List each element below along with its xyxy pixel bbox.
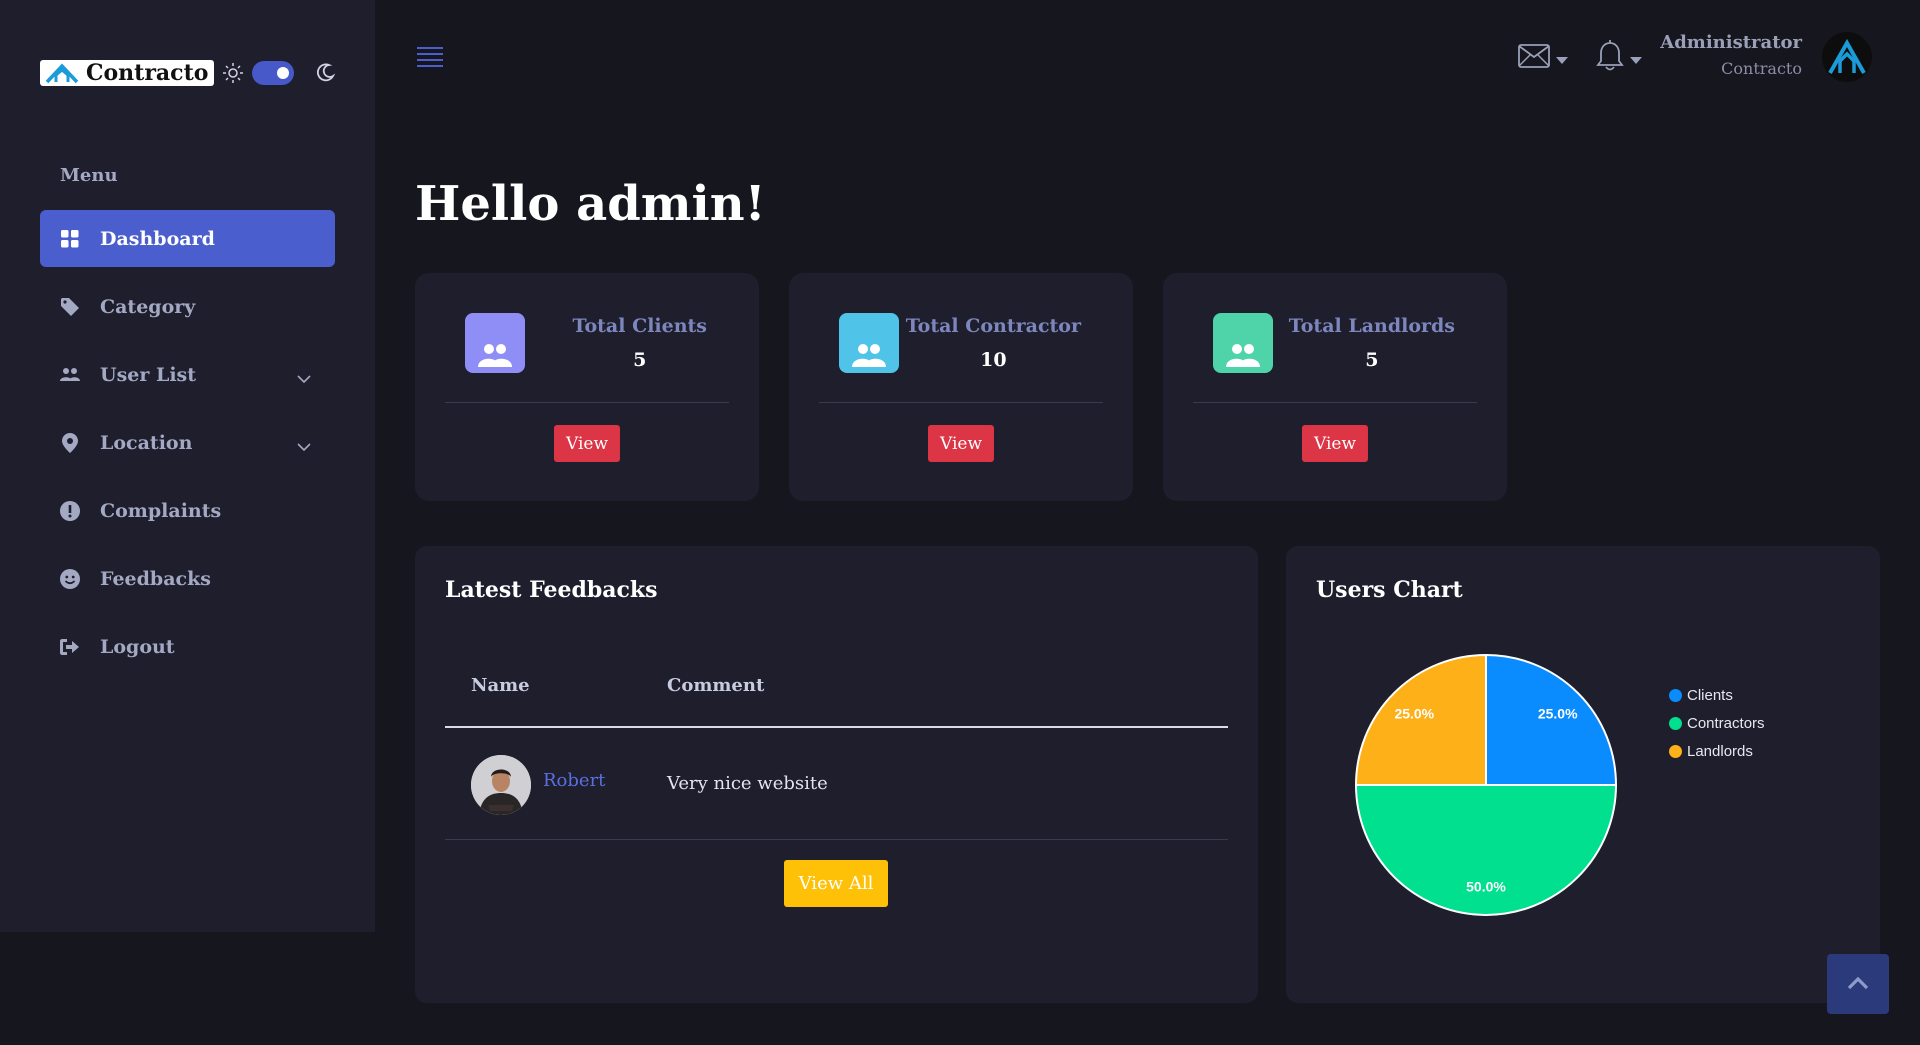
theme-toggle[interactable] (252, 61, 295, 85)
sidebar-item-category[interactable]: Category (40, 278, 335, 335)
chevron-down-icon[interactable] (297, 366, 311, 388)
legend-label: Contractors (1687, 714, 1765, 732)
stat-text: Total Contractor 10 (906, 315, 1081, 371)
view-clients-button[interactable]: View (553, 425, 621, 462)
legend-item-contractors[interactable]: Contractors (1669, 709, 1765, 737)
column-header-name: Name (471, 675, 530, 696)
sidebar-item-label: User List (100, 363, 197, 386)
house-logo-icon (45, 63, 79, 84)
view-contractors-button[interactable]: View (927, 425, 995, 462)
users-icon (465, 313, 525, 373)
brand: Contracto (40, 60, 336, 86)
divider (819, 402, 1103, 403)
users-icon (60, 365, 80, 385)
user-role: Contracto (1721, 59, 1802, 78)
legend-label: Landlords (1687, 742, 1753, 760)
legend-item-landlords[interactable]: Landlords (1669, 737, 1765, 765)
chart-legend: Clients Contractors Landlords (1669, 681, 1765, 765)
stat-card-landlords: Total Landlords 5 View (1163, 273, 1507, 501)
chevron-down-icon[interactable] (297, 434, 311, 456)
exclamation-icon (60, 500, 80, 521)
house-logo-icon (1828, 39, 1866, 74)
stat-card-clients: Total Clients 5 View (415, 273, 759, 501)
pie-data-label: 25.0% (1538, 705, 1578, 721)
page-title: Hello admin! (415, 176, 766, 232)
grid-icon (60, 229, 80, 249)
sidebar-item-complaints[interactable]: Complaints (40, 482, 335, 539)
notifications-dropdown[interactable] (1596, 40, 1642, 76)
divider (1193, 402, 1477, 403)
sidebar-nav: Dashboard Category User List Location Co… (40, 210, 335, 686)
caret-down-icon (1556, 49, 1568, 68)
legend-marker (1669, 716, 1682, 730)
logout-icon (60, 637, 80, 657)
feedback-comment: Very nice website (667, 773, 828, 794)
table-row-divider (445, 839, 1228, 840)
tag-icon (60, 297, 80, 317)
legend-marker (1669, 744, 1682, 758)
toggle-knob (277, 67, 290, 79)
caret-down-icon (1630, 49, 1642, 68)
user-name: Administrator (1660, 32, 1802, 53)
logo[interactable]: Contracto (40, 60, 215, 86)
sidebar: Contracto Menu Dashboard Category User L… (0, 0, 375, 932)
sidebar-item-label: Complaints (100, 499, 222, 522)
legend-label: Clients (1687, 686, 1733, 704)
users-pie-chart: 25.0% 50.0% 25.0% (1354, 653, 1618, 916)
legend-marker (1669, 688, 1682, 702)
stat-value: 5 (1365, 349, 1379, 371)
stat-card-contractors: Total Contractor 10 View (789, 273, 1133, 501)
stat-text: Total Landlords 5 (1289, 315, 1455, 371)
map-pin-icon (60, 432, 80, 453)
user-info[interactable]: Administrator Contracto (1660, 32, 1802, 78)
sidebar-item-label: Dashboard (100, 227, 215, 250)
pie-data-label: 25.0% (1394, 705, 1434, 721)
hamburger-menu-icon[interactable] (417, 46, 443, 72)
pie-data-label: 50.0% (1466, 878, 1506, 894)
scroll-to-top-button[interactable] (1827, 954, 1889, 1014)
sidebar-item-feedbacks[interactable]: Feedbacks (40, 550, 335, 607)
messages-dropdown[interactable] (1518, 44, 1568, 72)
sidebar-item-dashboard[interactable]: Dashboard (40, 210, 335, 267)
smile-icon (60, 568, 80, 589)
users-icon (839, 313, 899, 373)
users-chart-panel: Users Chart 25.0% 50.0% 25.0% Clients Contr… (1286, 546, 1880, 1003)
sidebar-item-location[interactable]: Location (40, 414, 335, 471)
sidebar-item-label: Location (100, 431, 193, 454)
sidebar-item-logout[interactable]: Logout (40, 618, 335, 675)
stat-label: Total Clients (572, 315, 707, 337)
stat-value: 5 (633, 349, 647, 371)
bell-icon (1596, 40, 1624, 76)
view-landlords-button[interactable]: View (1301, 425, 1369, 462)
latest-feedbacks-panel: Latest Feedbacks Name Comment Robert Ver… (415, 546, 1258, 1003)
divider (445, 402, 729, 403)
sidebar-item-label: Logout (100, 635, 175, 658)
view-all-feedbacks-button[interactable]: View All (784, 860, 888, 907)
avatar[interactable] (1822, 32, 1872, 82)
column-header-comment: Comment (667, 675, 765, 696)
panel-title: Latest Feedbacks (445, 577, 658, 603)
table-header-divider (445, 726, 1228, 728)
moon-icon[interactable] (314, 62, 336, 84)
sidebar-item-label: Category (100, 295, 196, 318)
legend-item-clients[interactable]: Clients (1669, 681, 1765, 709)
stat-label: Total Landlords (1288, 315, 1455, 337)
brand-name: Contracto (86, 60, 209, 86)
sidebar-item-user-list[interactable]: User List (40, 346, 335, 403)
stat-label: Total Contractor (905, 315, 1081, 337)
pie-slice-contractors[interactable] (1354, 784, 1618, 916)
stat-value: 10 (980, 349, 1007, 371)
sun-icon[interactable] (222, 62, 244, 84)
users-icon (1213, 313, 1273, 373)
stat-text: Total Clients 5 (573, 315, 707, 371)
feedback-user-name-link[interactable]: Robert (543, 770, 605, 791)
menu-heading: Menu (60, 165, 118, 186)
sidebar-item-label: Feedbacks (100, 567, 211, 590)
chevron-up-icon (1847, 975, 1869, 994)
avatar (471, 755, 531, 815)
envelope-icon (1518, 44, 1550, 72)
